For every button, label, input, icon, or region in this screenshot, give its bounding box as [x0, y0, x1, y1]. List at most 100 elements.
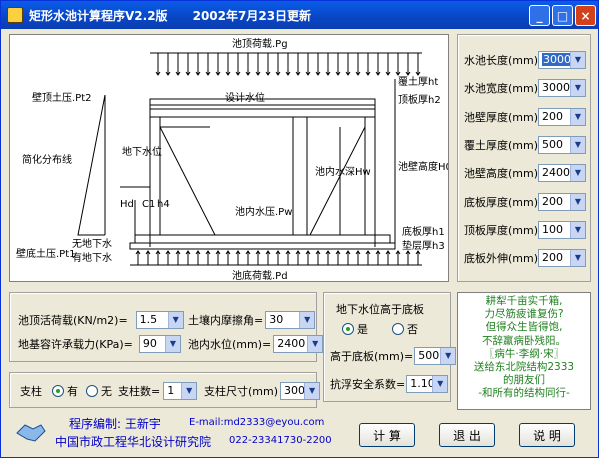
gw-no-radio[interactable]: 否	[392, 321, 418, 337]
param-label: 覆土厚度(mm)=	[464, 138, 548, 152]
poem-line: 不辞羸病卧残阳。	[482, 334, 566, 347]
param-value: 3000	[542, 81, 570, 95]
label-top-load: 池顶荷载.Pg	[232, 37, 288, 50]
dimension-panel: 水池长度(mm)= 3000 ▼ 水池宽度(mm)= 3000 ▼ 池壁厚度(mm)= 200…	[457, 34, 591, 282]
org-credit: 中国市政工程华北设计研究院	[55, 435, 212, 449]
exit-button[interactable]: 退 出	[439, 423, 495, 447]
groundwater-panel: 地下水位高于底板 是 否 高于底板(mm)= 500 ▼ 抗浮安全系数= 1.10…	[323, 292, 457, 402]
param-row: 水池宽度(mm)= 3000 ▼	[464, 79, 586, 98]
param-label: 底板厚度(mm)=	[464, 195, 548, 209]
poem-line: 力尽筋疲谁复伤?	[484, 308, 564, 321]
water-level-value: 2400	[277, 337, 306, 350]
label-bottom-slab: 底板厚h1	[402, 225, 445, 238]
chevron-down-icon[interactable]: ▼	[570, 52, 585, 68]
chevron-down-icon[interactable]: ▼	[164, 336, 180, 352]
param-select[interactable]: 100 ▼	[538, 220, 586, 239]
column-size-label: 支柱尺寸(mm)	[204, 385, 279, 398]
phone-credit: 022-23341730-2200	[229, 435, 332, 446]
param-row: 底板厚度(mm)= 200 ▼	[464, 192, 586, 211]
maximize-button[interactable]: □	[552, 5, 573, 26]
label-dist-line: 简化分布线	[22, 153, 72, 166]
poem-line: 〖病牛·李纲·宋〗	[483, 347, 565, 360]
email-credit: E-mail:md2333@eyou.com	[189, 417, 325, 428]
chevron-down-icon[interactable]: ▼	[570, 221, 585, 238]
gw-height-select[interactable]: 500 ▼	[414, 347, 457, 365]
column-yes-radio[interactable]: 有	[52, 383, 78, 399]
poem-line: 的朋友们	[503, 374, 545, 387]
poem-line: 但得众生皆得饱,	[485, 321, 563, 334]
main-window: 矩形水池计算程序V2.2版 2002年7月23日更新 _ □ × 池顶荷载.Pg…	[0, 0, 599, 458]
chevron-down-icon[interactable]: ▼	[432, 376, 448, 392]
water-level-select[interactable]: 2400 ▼	[273, 335, 324, 353]
param-row: 底板外伸(mm)= 200 ▼	[464, 249, 586, 268]
label-lateral-pressure: 壁顶土压.Pt2	[32, 91, 92, 104]
param-select[interactable]: 200 ▼	[538, 192, 586, 211]
label-hd: Hd	[120, 199, 134, 210]
live-load-value: 1.5	[139, 313, 158, 326]
radio-unchecked-icon[interactable]	[392, 323, 404, 335]
safety-factor-value: 1.10	[410, 377, 435, 390]
column-count-value: 1	[167, 384, 175, 397]
label-groundwater: 地下水位	[122, 145, 162, 158]
column-size-select[interactable]: 300 ▼	[280, 382, 321, 400]
param-label: 底板外伸(mm)=	[464, 252, 548, 266]
chevron-down-icon[interactable]: ▼	[570, 250, 585, 267]
water-level-label: 池内水位(mm)=	[188, 338, 272, 351]
label-inner-pressure: 池内水压.Pw	[235, 205, 292, 218]
poem-box: 耕犁千亩实千箱, 力尽筋疲谁复伤? 但得众生皆得饱, 不辞羸病卧残阳。 〖病牛·李纲·宋…	[457, 292, 591, 410]
chevron-down-icon[interactable]: ▼	[570, 108, 585, 125]
param-row: 池壁高度(mm)= 2400 ▼	[464, 164, 586, 183]
gw-yes-radio[interactable]: 是	[342, 321, 368, 337]
param-select[interactable]: 200 ▼	[538, 249, 586, 268]
chevron-down-icon[interactable]: ▼	[304, 383, 320, 399]
label-h4: h4	[157, 199, 170, 210]
param-value: 200	[542, 194, 563, 208]
label-design-level: 设计水位	[225, 91, 265, 104]
gw-yes-label: 是	[357, 323, 368, 336]
chevron-down-icon[interactable]: ▼	[167, 312, 183, 328]
chevron-down-icon[interactable]: ▼	[570, 80, 585, 97]
column-panel: 支柱 有 无 支柱数= 1 ▼ 支柱尺寸(mm) 300 ▼	[9, 372, 321, 408]
chevron-down-icon[interactable]: ▼	[299, 312, 315, 328]
bearing-select[interactable]: 90 ▼	[138, 335, 181, 353]
live-load-label: 池顶活荷载(KN/m2)=	[18, 314, 128, 327]
chevron-down-icon[interactable]: ▼	[181, 383, 197, 399]
param-select[interactable]: 2400 ▼	[538, 164, 586, 183]
column-yes-label: 有	[67, 385, 78, 398]
gw-height-label: 高于底板(mm)=	[330, 350, 414, 363]
live-load-select[interactable]: 1.5 ▼	[135, 311, 184, 329]
radio-unchecked-icon[interactable]	[86, 385, 98, 397]
close-button[interactable]: ×	[575, 5, 596, 26]
groundwater-title: 地下水位高于底板	[336, 303, 424, 316]
param-select[interactable]: 200 ▼	[538, 107, 586, 126]
chevron-down-icon[interactable]: ▼	[570, 193, 585, 210]
chevron-down-icon[interactable]: ▼	[440, 348, 456, 364]
calc-button[interactable]: 计 算	[359, 423, 415, 447]
chevron-down-icon[interactable]: ▼	[307, 336, 323, 352]
label-no-gw: 无地下水	[72, 237, 112, 250]
param-select[interactable]: 3000 ▼	[538, 79, 586, 98]
chevron-down-icon[interactable]: ▼	[570, 165, 585, 182]
param-select[interactable]: 3000 ▼	[538, 51, 586, 69]
radio-checked-icon[interactable]	[52, 385, 64, 397]
minimize-button[interactable]: _	[529, 5, 550, 26]
friction-select[interactable]: 30 ▼	[265, 311, 316, 329]
title-bar: 矩形水池计算程序V2.2版 2002年7月23日更新 _ □ ×	[1, 1, 598, 29]
param-label: 顶板厚度(mm)=	[464, 223, 548, 237]
bearing-label: 地基容许承载力(KPa)=	[18, 338, 133, 351]
friction-value: 30	[269, 313, 284, 326]
label-top-slab: 顶板厚h2	[398, 93, 441, 106]
param-select[interactable]: 500 ▼	[538, 135, 586, 154]
column-no-radio[interactable]: 无	[86, 383, 112, 399]
chevron-down-icon[interactable]: ▼	[570, 136, 585, 153]
param-value: 200	[542, 251, 563, 265]
help-button[interactable]: 说 明	[519, 423, 575, 447]
column-label: 支柱	[20, 385, 42, 398]
param-row: 水池长度(mm)= 3000 ▼	[464, 51, 586, 69]
param-label: 池壁高度(mm)=	[464, 167, 548, 181]
gw-no-label: 否	[407, 323, 418, 336]
radio-checked-icon[interactable]	[342, 323, 354, 335]
friction-label: 土壤内摩擦角=	[188, 314, 264, 327]
column-count-select[interactable]: 1 ▼	[163, 382, 198, 400]
safety-factor-select[interactable]: 1.10 ▼	[406, 375, 449, 393]
